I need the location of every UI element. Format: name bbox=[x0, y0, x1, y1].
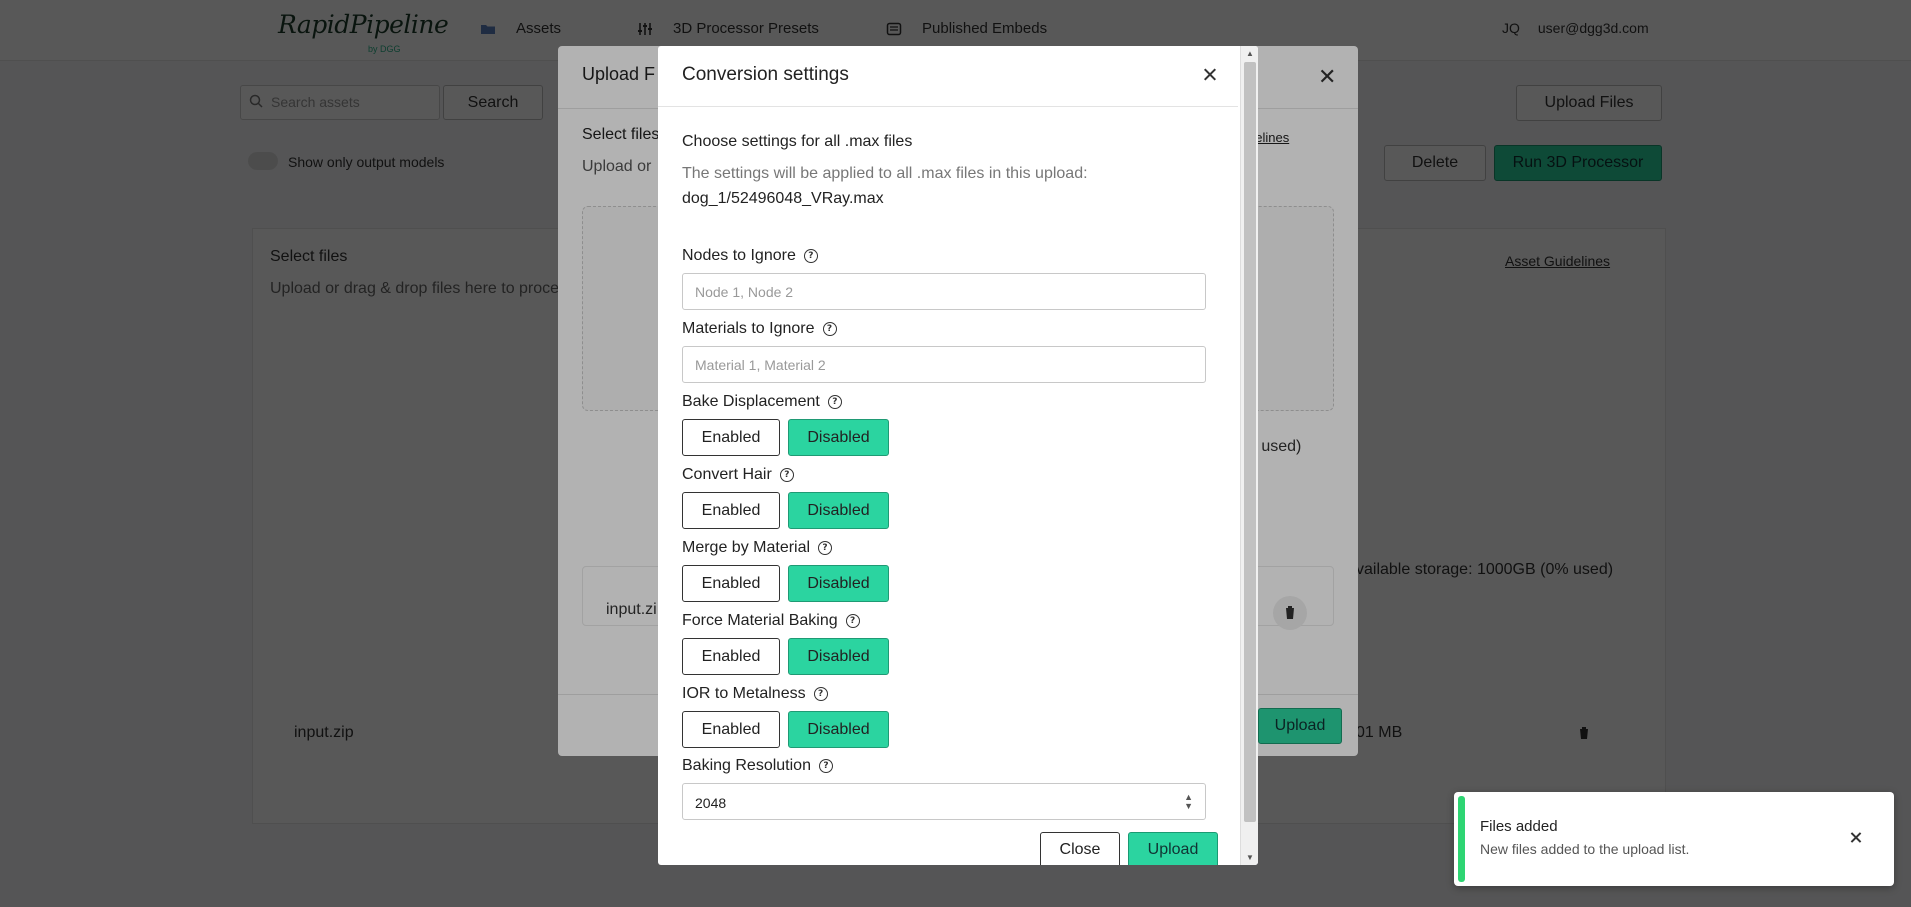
scroll-down-icon[interactable]: ▼ bbox=[1246, 853, 1254, 862]
merge-material-enabled-button[interactable]: Enabled bbox=[682, 565, 780, 602]
toast-notification: Files added New files added to the uploa… bbox=[1454, 792, 1894, 886]
ior-metalness-disabled-button[interactable]: Disabled bbox=[788, 711, 889, 748]
force-baking-disabled-button[interactable]: Disabled bbox=[788, 638, 889, 675]
ior-metalness-label: IOR to Metalness bbox=[682, 685, 806, 702]
help-icon[interactable]: ? bbox=[822, 322, 837, 336]
materials-ignore-input[interactable] bbox=[682, 346, 1206, 383]
convert-hair-toggle: Enabled Disabled bbox=[682, 492, 889, 529]
upload-button[interactable]: Upload bbox=[1128, 832, 1218, 865]
merge-material-disabled-button[interactable]: Disabled bbox=[788, 565, 889, 602]
ior-metalness-enabled-button[interactable]: Enabled bbox=[682, 711, 780, 748]
force-baking-label-row: Force Material Baking ? bbox=[682, 612, 860, 630]
bake-displacement-label: Bake Displacement bbox=[682, 393, 820, 410]
conversion-settings-modal: Conversion settings Choose settings for … bbox=[658, 46, 1258, 865]
modal-scrollbar[interactable]: ▲ ▼ bbox=[1240, 46, 1258, 865]
baking-resolution-label-row: Baking Resolution ? bbox=[682, 757, 833, 775]
baking-resolution-select[interactable]: 2048 ▲ ▼ bbox=[682, 783, 1206, 820]
baking-resolution-value: 2048 bbox=[695, 795, 727, 811]
help-icon[interactable]: ? bbox=[779, 468, 794, 482]
materials-ignore-label: Materials to Ignore bbox=[682, 320, 815, 337]
nodes-ignore-input[interactable] bbox=[682, 273, 1206, 310]
merge-material-label-row: Merge by Material ? bbox=[682, 539, 833, 557]
bake-displacement-enabled-button[interactable]: Enabled bbox=[682, 419, 780, 456]
toast-title: Files added bbox=[1480, 818, 1558, 835]
bake-displacement-toggle: Enabled Disabled bbox=[682, 419, 889, 456]
nodes-ignore-label: Nodes to Ignore bbox=[682, 247, 796, 264]
help-icon[interactable]: ? bbox=[818, 541, 833, 555]
help-icon[interactable]: ? bbox=[803, 249, 818, 263]
materials-ignore-label-row: Materials to Ignore ? bbox=[682, 320, 837, 338]
merge-material-label: Merge by Material bbox=[682, 539, 811, 556]
help-icon[interactable]: ? bbox=[827, 395, 842, 409]
conversion-description: The settings will be applied to all .max… bbox=[682, 165, 1088, 182]
ior-metalness-label-row: IOR to Metalness ? bbox=[682, 685, 828, 703]
help-icon[interactable]: ? bbox=[813, 687, 828, 701]
conversion-modal-title: Conversion settings bbox=[682, 64, 849, 85]
close-button[interactable]: Close bbox=[1040, 832, 1120, 865]
scroll-up-icon[interactable]: ▲ bbox=[1246, 49, 1254, 58]
bake-displacement-label-row: Bake Displacement ? bbox=[682, 393, 842, 411]
convert-hair-enabled-button[interactable]: Enabled bbox=[682, 492, 780, 529]
bake-displacement-disabled-button[interactable]: Disabled bbox=[788, 419, 889, 456]
conversion-file-path: dog_1/52496048_VRay.max bbox=[682, 190, 884, 207]
baking-resolution-label: Baking Resolution bbox=[682, 757, 811, 774]
stepper-arrows-icon[interactable]: ▲ ▼ bbox=[1184, 793, 1193, 811]
force-baking-label: Force Material Baking bbox=[682, 612, 838, 629]
conversion-heading: Choose settings for all .max files bbox=[682, 133, 913, 150]
convert-hair-disabled-button[interactable]: Disabled bbox=[788, 492, 889, 529]
force-baking-enabled-button[interactable]: Enabled bbox=[682, 638, 780, 675]
ior-metalness-toggle: Enabled Disabled bbox=[682, 711, 889, 748]
force-baking-toggle: Enabled Disabled bbox=[682, 638, 889, 675]
convert-hair-label: Convert Hair bbox=[682, 466, 772, 483]
help-icon[interactable]: ? bbox=[845, 614, 860, 628]
help-icon[interactable]: ? bbox=[818, 759, 833, 773]
convert-hair-label-row: Convert Hair ? bbox=[682, 466, 794, 484]
toast-close-icon[interactable] bbox=[1848, 830, 1864, 846]
close-icon[interactable] bbox=[1198, 63, 1222, 87]
merge-material-toggle: Enabled Disabled bbox=[682, 565, 889, 602]
scrollbar-thumb[interactable] bbox=[1244, 62, 1256, 822]
divider bbox=[658, 106, 1238, 107]
nodes-ignore-label-row: Nodes to Ignore ? bbox=[682, 247, 818, 265]
toast-success-bar bbox=[1458, 796, 1465, 882]
toast-message: New files added to the upload list. bbox=[1480, 841, 1690, 857]
